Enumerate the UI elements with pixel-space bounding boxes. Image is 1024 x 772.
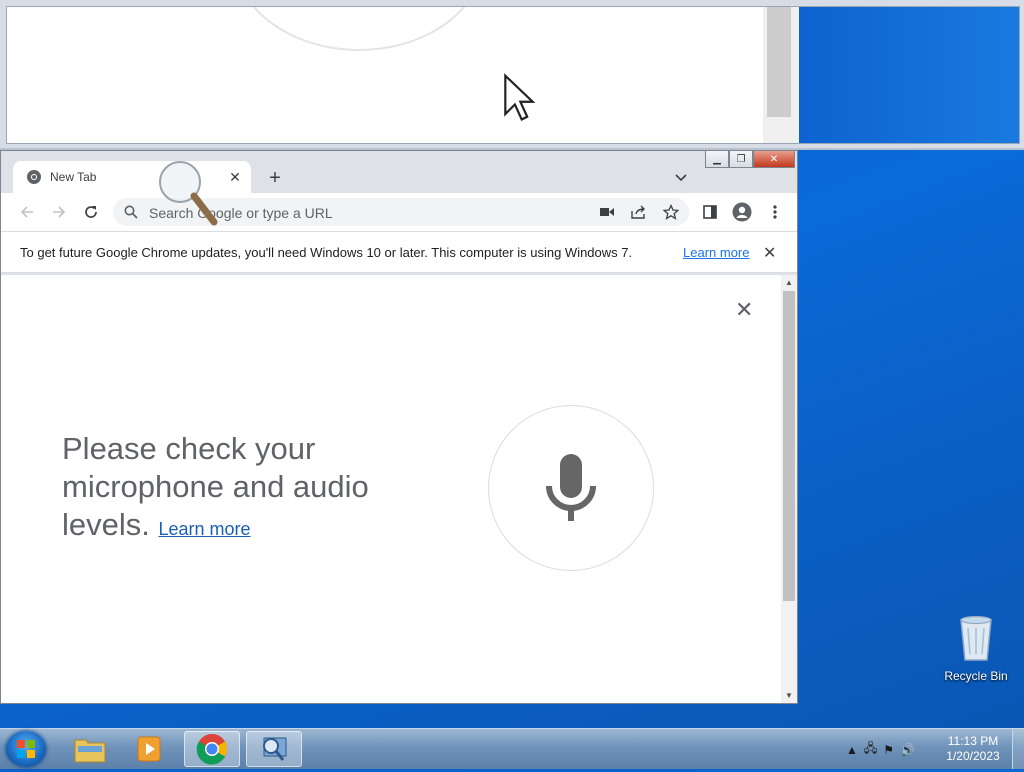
magnifier-window xyxy=(0,0,1024,150)
toolbar xyxy=(1,193,797,231)
scrollbar-thumb[interactable] xyxy=(783,291,795,601)
magnified-scrollbar-thumb xyxy=(767,7,791,117)
page-scrollbar[interactable]: ▲ ▼ xyxy=(781,275,797,703)
magnifier-icon xyxy=(263,737,287,761)
clock-time: 11:13 PM xyxy=(947,734,999,748)
chrome-window: New Tab ✕ + ▁ ❐ ✕ Search Google or type … xyxy=(0,150,798,751)
clock[interactable]: 11:13 PM 1/20/2023 xyxy=(936,734,1010,764)
tray-expand-icon[interactable]: ▲ xyxy=(846,743,858,757)
chrome-favicon-icon xyxy=(27,170,41,184)
scroll-down-arrow-icon[interactable]: ▼ xyxy=(785,691,793,700)
taskbar-media-player[interactable] xyxy=(122,731,178,767)
media-player-icon xyxy=(137,736,161,762)
voice-error-message: Please check your microphone and audio l… xyxy=(62,430,422,548)
volume-icon[interactable]: 🔊 xyxy=(900,743,915,757)
magnified-mic-circle xyxy=(232,7,486,51)
window-caption-buttons: ▁ ❐ ✕ xyxy=(705,151,795,168)
folder-icon xyxy=(74,739,106,763)
camera-icon[interactable] xyxy=(597,203,617,221)
side-panel-icon[interactable] xyxy=(698,200,722,224)
close-window-button[interactable]: ✕ xyxy=(753,151,795,168)
voice-close-icon[interactable]: ✕ xyxy=(735,297,753,323)
bookmark-star-icon[interactable] xyxy=(661,203,681,221)
start-button[interactable] xyxy=(6,731,46,767)
tab-search-chevron-icon[interactable] xyxy=(669,166,693,190)
forward-arrow-icon[interactable] xyxy=(47,200,71,224)
menu-kebab-icon[interactable] xyxy=(763,200,787,224)
infobar-learn-more-link[interactable]: Learn more xyxy=(683,245,749,260)
action-center-icon[interactable]: ⚑ xyxy=(883,743,894,757)
clock-date: 1/20/2023 xyxy=(946,749,1000,763)
recycle-bin[interactable]: Recycle Bin xyxy=(942,614,1010,683)
magnifier-lens-icon xyxy=(159,161,218,226)
reload-icon[interactable] xyxy=(79,200,103,224)
taskbar-explorer[interactable] xyxy=(62,731,118,767)
minimize-button[interactable]: ▁ xyxy=(705,151,729,168)
taskbar-magnifier[interactable] xyxy=(246,731,302,767)
share-icon[interactable] xyxy=(629,203,649,221)
chrome-icon xyxy=(196,734,228,765)
recycle-bin-label: Recycle Bin xyxy=(944,669,1008,683)
voice-search-overlay: ✕ Please check your microphone and audio… xyxy=(1,275,797,751)
magnifier-view xyxy=(6,6,1020,144)
magnified-cursor-icon xyxy=(504,73,536,122)
new-tab-button[interactable]: + xyxy=(263,166,287,190)
tab-strip: New Tab ✕ + xyxy=(1,151,797,193)
infobar-message: To get future Google Chrome updates, you… xyxy=(20,245,633,260)
scroll-up-arrow-icon[interactable]: ▲ xyxy=(785,278,793,287)
microphone-button[interactable] xyxy=(488,405,654,571)
profile-avatar-icon[interactable] xyxy=(730,200,754,224)
back-arrow-icon[interactable] xyxy=(15,200,39,224)
taskbar: ▲ 🖧 ⚑ 🔊 11:13 PM 1/20/2023 xyxy=(0,728,1024,769)
infobar-close-icon[interactable]: ✕ xyxy=(763,243,776,263)
magnified-desktop xyxy=(799,7,1019,143)
search-icon xyxy=(124,205,138,219)
windows-logo-icon xyxy=(17,740,35,758)
voice-learn-more-link[interactable]: Learn more xyxy=(159,519,251,539)
network-icon[interactable]: 🖧 xyxy=(864,739,877,760)
tab-close-icon[interactable]: ✕ xyxy=(225,167,245,187)
microphone-icon xyxy=(546,454,596,521)
recycle-bin-icon xyxy=(960,615,992,661)
taskbar-chrome[interactable] xyxy=(184,731,240,767)
restore-button[interactable]: ❐ xyxy=(729,151,753,168)
show-desktop-button[interactable] xyxy=(1012,729,1024,769)
update-infobar: To get future Google Chrome updates, you… xyxy=(1,231,797,273)
system-tray: ▲ 🖧 ⚑ 🔊 xyxy=(846,739,915,760)
